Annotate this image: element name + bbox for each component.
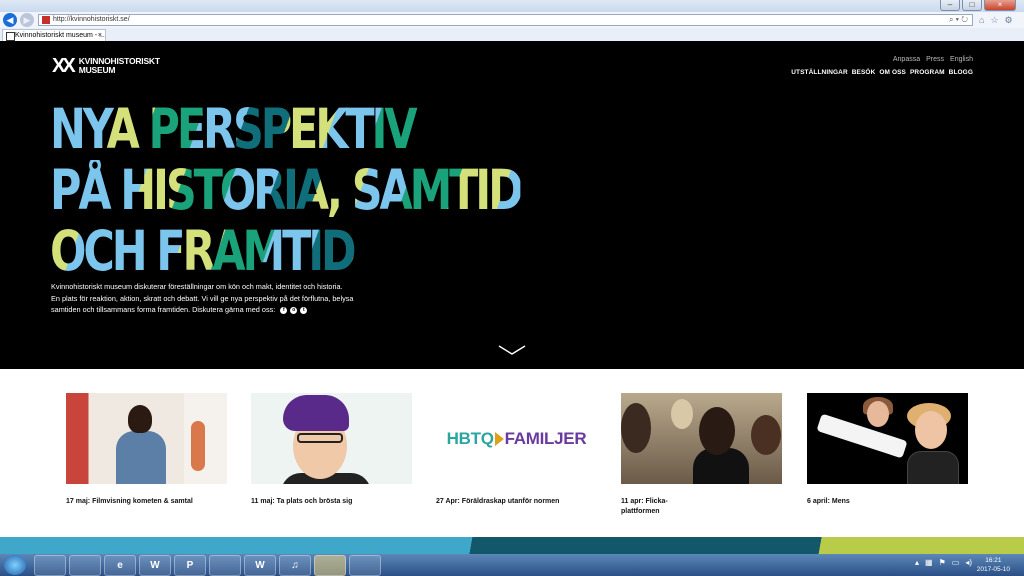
social-links: f o t (280, 306, 308, 314)
itunes-taskbar-icon[interactable]: ♫ (279, 554, 311, 576)
twitter-icon[interactable]: t (300, 306, 308, 314)
card-mens[interactable]: 6 april: Mens (807, 393, 968, 507)
forward-arrow-icon[interactable]: ▶ (20, 13, 34, 27)
card-flicka-plattformen[interactable]: 11 apr: Flicka-plattformen (621, 393, 782, 517)
start-button[interactable] (4, 555, 26, 575)
address-url[interactable]: http://kvinnohistoriskt.se/ (53, 14, 949, 26)
logo-line2: MUSEUM (78, 65, 116, 75)
tray-flag-icon[interactable]: ⚑ (939, 558, 946, 567)
card-filmvisning[interactable]: 17 maj: Filmvisning kometen & samtal (66, 393, 227, 507)
card-caption[interactable]: 6 april: Mens (807, 497, 968, 507)
windows-taskbar: e W P W ♫ ▴ ▦ ⚑ ▭ ◂) 16:21 2017-05-10 (0, 554, 1024, 576)
headline-line3: OCH FRAMTID (50, 221, 521, 282)
settings-gear-icon[interactable]: ⚙ (1005, 15, 1013, 26)
home-icon[interactable]: ⌂ (979, 15, 984, 26)
intro-line1: Kvinnohistoriskt museum diskuterar föres… (51, 282, 343, 291)
tray-up-arrow-icon[interactable]: ▴ (915, 558, 919, 567)
nav-utstallningar[interactable]: UTSTÄLLNINGAR (791, 69, 848, 76)
close-window-button[interactable]: × (984, 0, 1016, 11)
media-player-taskbar-icon[interactable] (69, 554, 101, 576)
util-link-press[interactable]: Press (926, 56, 944, 63)
hero-headline: NYA PERSPEKTIV PÅ HISTORIA, SAMTID OCH F… (50, 99, 653, 282)
taskbar-clock[interactable]: 16:21 2017-05-10 (977, 556, 1010, 574)
tray-monitor-icon[interactable]: ▭ (952, 558, 960, 567)
headline-line2: PÅ HISTORIA, SAMTID (50, 158, 524, 222)
powerpoint-taskbar-icon[interactable]: P (174, 554, 206, 576)
favorites-star-icon[interactable]: ☆ (990, 15, 998, 26)
address-tools[interactable]: ⌕ ▾ ↻ (949, 14, 972, 26)
acrobat-taskbar-icon[interactable] (349, 554, 381, 576)
browser-toolbar-icons: ⌂ ☆ ⚙ (979, 15, 1013, 26)
card-caption[interactable]: 11 maj: Ta plats och brösta sig (251, 497, 412, 507)
explorer-taskbar-icon[interactable] (34, 554, 66, 576)
browser-navbar: ◀ ▶ http://kvinnohistoriskt.se/ ⌕ ▾ ↻ ⌂ … (0, 12, 1024, 28)
nav-besok[interactable]: BESÖK (852, 69, 876, 76)
nav-program[interactable]: PROGRAM (910, 69, 945, 76)
minimize-button[interactable]: – (940, 0, 960, 11)
hbtq-familjer-logo: HBTQ FAMILJER (447, 429, 587, 449)
maximize-button[interactable]: □ (962, 0, 982, 11)
tab-strip: Kvinnohistoriskt museum - ... × (0, 28, 1024, 42)
tab-close-icon[interactable]: × (98, 30, 102, 41)
word-taskbar-icon[interactable]: W (139, 554, 171, 576)
window-titlebar: – □ × (0, 0, 1024, 12)
clock-time: 16:21 (985, 557, 1002, 564)
system-tray: ▴ ▦ ⚑ ▭ ◂) (915, 558, 972, 567)
intro-line3: samtiden och tillsammans forma framtiden… (51, 305, 276, 314)
decorative-color-band (0, 537, 1024, 554)
utility-links: Anpassa Press English (893, 56, 973, 63)
back-arrow-icon[interactable]: ◀ (3, 13, 17, 27)
headline-line1: NYA PERSPEKTIV (50, 99, 521, 160)
hero-section: XX KVINNOHISTORISKT MUSEUM Anpassa Press… (0, 41, 1024, 369)
card-image[interactable]: HBTQ FAMILJER (436, 393, 597, 484)
instagram-icon[interactable]: o (290, 306, 298, 314)
nav-om-oss[interactable]: OM OSS (879, 69, 906, 76)
address-bar[interactable]: http://kvinnohistoriskt.se/ ⌕ ▾ ↻ (38, 14, 973, 26)
card-image[interactable] (807, 393, 968, 484)
ie-taskbar-icon[interactable]: e (104, 554, 136, 576)
window-controls: – □ × (940, 0, 1016, 11)
scroll-down-chevron-icon[interactable] (498, 345, 526, 355)
tray-network-icon[interactable]: ▦ (925, 558, 933, 567)
card-image[interactable] (621, 393, 782, 484)
tab-title: Kvinnohistoriskt museum - ... (15, 32, 105, 39)
util-link-english[interactable]: English (950, 56, 973, 63)
hero-intro: Kvinnohistoriskt museum diskuterar föres… (51, 281, 381, 316)
logo-xx-icon: XX (52, 55, 76, 77)
window-taskbar-icon[interactable] (209, 554, 241, 576)
tray-volume-icon[interactable]: ◂) (965, 558, 972, 567)
logo-arrow-icon (494, 431, 504, 446)
logo-hbtq: HBTQ (446, 428, 494, 448)
nav-blogg[interactable]: BLOGG (949, 69, 973, 76)
main-nav: UTSTÄLLNINGAR BESÖK OM OSS PROGRAM BLOGG (791, 69, 973, 76)
site-favicon-icon (42, 16, 50, 24)
word-doc-taskbar-icon[interactable]: W (244, 554, 276, 576)
card-caption[interactable]: 11 apr: Flicka-plattformen (621, 497, 701, 517)
util-link-anpassa[interactable]: Anpassa (893, 56, 920, 63)
news-cards: 17 maj: Filmvisning kometen & samtal 11 … (0, 369, 1024, 537)
clock-date: 2017-05-10 (976, 566, 1010, 573)
site-logo[interactable]: XX KVINNOHISTORISKT MUSEUM (52, 55, 160, 77)
tab-favicon-icon (6, 32, 15, 41)
logo-familjer: FAMILJER (504, 428, 587, 448)
card-caption[interactable]: 17 maj: Filmvisning kometen & samtal (66, 497, 227, 507)
tab-kvinnohistoriskt[interactable]: Kvinnohistoriskt museum - ... × (2, 29, 106, 41)
card-foraldraskap[interactable]: HBTQ FAMILJER 27 Apr: Föräldraskap utanf… (436, 393, 597, 507)
facebook-icon[interactable]: f (280, 306, 288, 314)
outlook-taskbar-icon[interactable] (314, 554, 346, 576)
card-ta-plats[interactable]: 11 maj: Ta plats och brösta sig (251, 393, 412, 507)
card-image[interactable] (251, 393, 412, 484)
card-caption[interactable]: 27 Apr: Föräldraskap utanför normen (436, 497, 597, 507)
card-image[interactable] (66, 393, 227, 484)
intro-line2: En plats för reaktion, aktion, skratt oc… (51, 293, 354, 303)
